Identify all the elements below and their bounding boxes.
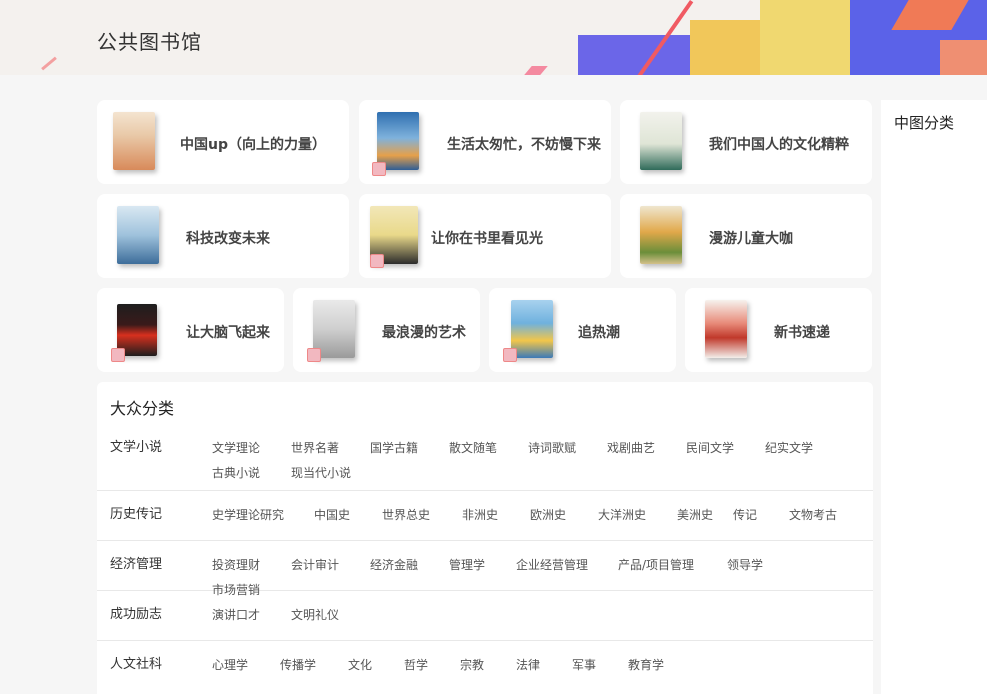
site-title[interactable]: 公共图书馆 — [97, 26, 202, 55]
subcategory-link[interactable]: 文明礼仪 — [291, 603, 370, 628]
subcategory-link[interactable]: 中国史 — [314, 503, 382, 528]
subcategory-list: 演讲口才 文明礼仪 — [212, 603, 852, 628]
category-label: 经济管理 — [110, 557, 163, 572]
subcategory-link[interactable]: 文物考古 — [789, 503, 849, 528]
card-title: 漫游儿童大咖 — [709, 231, 793, 247]
category-label: 文学小说 — [110, 440, 163, 455]
ebook-badge-icon — [370, 254, 384, 268]
subcategory-link[interactable]: 诗词歌赋 — [528, 436, 607, 461]
book-list-card[interactable]: 我们中国人的文化精粹 — [620, 100, 872, 184]
subcategory-link[interactable]: 会计审计 — [291, 553, 370, 578]
card-title: 让你在书里看见光 — [431, 231, 543, 247]
clc-category-panel: 中图分类 — [881, 100, 987, 694]
subcategory-link[interactable]: 领导学 — [727, 553, 795, 578]
subcategory-link[interactable]: 国学古籍 — [370, 436, 449, 461]
subcategory-link[interactable]: 非洲史 — [462, 503, 530, 528]
decoration-shape — [940, 40, 987, 75]
popular-categories-section: 大众分类 文学小说 文学理论 世界名著 国学古籍 散文随笔 诗词歌赋 戏剧曲艺 … — [97, 382, 873, 694]
subcategory-link[interactable]: 文化 — [348, 653, 404, 678]
book-cover-image — [113, 112, 155, 170]
card-title: 最浪漫的艺术 — [382, 325, 466, 341]
category-label: 成功励志 — [110, 607, 163, 622]
subcategory-link[interactable]: 教育学 — [628, 653, 688, 678]
subcategory-link[interactable]: 军事 — [572, 653, 628, 678]
card-title: 我们中国人的文化精粹 — [709, 137, 849, 153]
card-title: 生活太匆忙，不妨慢下来 — [447, 137, 601, 153]
category-row-self-help: 成功励志 演讲口才 文明礼仪 — [97, 591, 873, 641]
section-title: 大众分类 — [110, 399, 175, 418]
subcategory-link[interactable]: 演讲口才 — [212, 603, 291, 628]
card-title: 追热潮 — [578, 325, 620, 341]
category-row-literature: 文学小说 文学理论 世界名著 国学古籍 散文随笔 诗词歌赋 戏剧曲艺 民间文学 … — [97, 426, 873, 491]
subcategory-link[interactable]: 哲学 — [404, 653, 460, 678]
subcategory-link[interactable]: 古典小说 — [212, 461, 291, 486]
subcategory-link[interactable]: 传记 — [733, 503, 789, 528]
card-title: 中国up（向上的力量） — [180, 137, 326, 153]
book-list-card[interactable]: 生活太匆忙，不妨慢下来 — [359, 100, 611, 184]
book-cover-image — [511, 300, 553, 358]
subcategory-link[interactable]: 心理学 — [212, 653, 280, 678]
subcategory-link[interactable]: 经济金融 — [370, 553, 449, 578]
card-title: 让大脑飞起来 — [186, 325, 270, 341]
decoration-shape — [41, 56, 57, 71]
card-title: 科技改变未来 — [186, 231, 270, 247]
subcategory-link[interactable]: 传播学 — [280, 653, 348, 678]
subcategory-link[interactable]: 美洲史 — [677, 503, 733, 528]
book-list-card[interactable]: 让你在书里看见光 — [359, 194, 611, 278]
decoration-shape — [524, 66, 548, 75]
subcategory-link[interactable]: 文学理论 — [212, 436, 291, 461]
book-list-card[interactable]: 中国up（向上的力量） — [97, 100, 349, 184]
ebook-badge-icon — [503, 348, 517, 362]
subcategory-list: 心理学 传播学 文化 哲学 宗教 法律 军事 教育学 — [212, 653, 852, 678]
book-cover-image — [640, 112, 682, 170]
book-list-card[interactable]: 漫游儿童大咖 — [620, 194, 872, 278]
ebook-badge-icon — [307, 348, 321, 362]
book-cover-image — [117, 206, 159, 264]
category-row-humanities: 人文社科 心理学 传播学 文化 哲学 宗教 法律 军事 教育学 — [97, 641, 873, 694]
side-panel-title: 中图分类 — [894, 114, 955, 132]
category-label: 人文社科 — [110, 657, 163, 672]
subcategory-link[interactable]: 产品/项目管理 — [618, 553, 727, 578]
subcategory-link[interactable]: 企业经营管理 — [516, 553, 618, 578]
book-cover-image — [705, 300, 747, 358]
subcategory-link[interactable]: 散文随笔 — [449, 436, 528, 461]
book-list-card[interactable]: 追热潮 — [489, 288, 676, 372]
subcategory-list: 文学理论 世界名著 国学古籍 散文随笔 诗词歌赋 戏剧曲艺 民间文学 纪实文学 … — [212, 436, 852, 486]
book-list-card[interactable]: 最浪漫的艺术 — [293, 288, 480, 372]
subcategory-link[interactable]: 民间文学 — [686, 436, 765, 461]
subcategory-link[interactable]: 投资理财 — [212, 553, 291, 578]
subcategory-link[interactable]: 戏剧曲艺 — [607, 436, 686, 461]
subcategory-link[interactable]: 大洋洲史 — [598, 503, 677, 528]
subcategory-link[interactable]: 现当代小说 — [291, 461, 370, 486]
book-cover-image — [640, 206, 682, 264]
category-row-economics: 经济管理 投资理财 会计审计 经济金融 管理学 企业经营管理 产品/项目管理 领… — [97, 541, 873, 597]
book-list-card[interactable]: 科技改变未来 — [97, 194, 349, 278]
book-list-card[interactable]: 让大脑飞起来 — [97, 288, 284, 372]
ebook-badge-icon — [111, 348, 125, 362]
subcategory-link[interactable]: 史学理论研究 — [212, 503, 314, 528]
subcategory-link[interactable]: 世界总史 — [382, 503, 462, 528]
ebook-badge-icon — [372, 162, 386, 176]
category-row-history: 历史传记 史学理论研究 中国史 世界总史 非洲史 欧洲史 大洋洲史 美洲史 传记… — [97, 491, 873, 541]
card-title: 新书速递 — [774, 325, 830, 341]
subcategory-list: 史学理论研究 中国史 世界总史 非洲史 欧洲史 大洋洲史 美洲史 传记 文物考古 — [212, 503, 852, 528]
subcategory-link[interactable]: 世界名著 — [291, 436, 370, 461]
category-label: 历史传记 — [110, 507, 163, 522]
subcategory-link[interactable]: 欧洲史 — [530, 503, 598, 528]
header-banner: 公共图书馆 — [0, 0, 987, 75]
subcategory-link[interactable]: 管理学 — [449, 553, 516, 578]
subcategory-link[interactable]: 纪实文学 — [765, 436, 844, 461]
subcategory-link[interactable]: 宗教 — [460, 653, 516, 678]
subcategory-link[interactable]: 法律 — [516, 653, 572, 678]
book-list-card[interactable]: 新书速递 — [685, 288, 872, 372]
